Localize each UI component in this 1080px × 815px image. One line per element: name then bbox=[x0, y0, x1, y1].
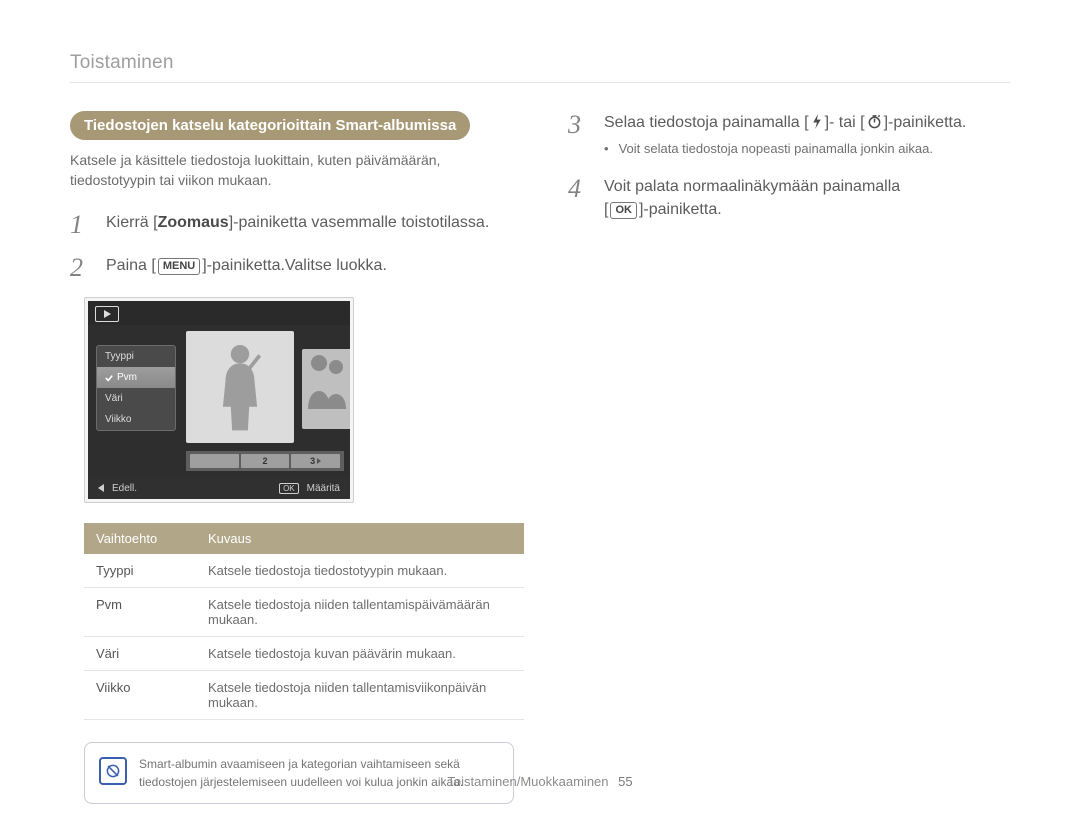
menu-item-color: Väri bbox=[97, 388, 175, 409]
step-number: 2 bbox=[70, 254, 92, 281]
person-silhouette-icon bbox=[212, 341, 268, 433]
th-description: Kuvaus bbox=[196, 523, 524, 554]
intro-text: Katsele ja käsittele tiedostoja luokitta… bbox=[70, 150, 512, 191]
film-cell bbox=[190, 454, 239, 468]
cell-option: Pvm bbox=[84, 588, 196, 637]
flash-icon bbox=[811, 113, 823, 136]
two-column-layout: Tiedostojen katselu kategorioittain Smar… bbox=[70, 111, 1010, 804]
chevron-left-icon bbox=[98, 484, 104, 492]
table-row: Pvm Katsele tiedostoja niiden tallentami… bbox=[84, 588, 524, 637]
camera-screen-preview: Tyyppi Pvm Väri Viikko bbox=[84, 297, 354, 503]
cell-desc: Katsele tiedostoja tiedostotyypin mukaan… bbox=[196, 554, 524, 588]
step-3-bullet: Voit selata tiedostoja nopeasti painamal… bbox=[604, 140, 966, 159]
thumbnail-main bbox=[186, 331, 294, 443]
cell-desc: Katsele tiedostoja kuvan päävärin mukaan… bbox=[196, 637, 524, 671]
step-text: Kierrä [Zoomaus]-painiketta vasemmalle t… bbox=[106, 211, 489, 238]
cell-option: Väri bbox=[84, 637, 196, 671]
text: Voit palata normaalinäkymään painamalla bbox=[604, 178, 900, 195]
table-row: Väri Katsele tiedostoja kuvan päävärin m… bbox=[84, 637, 524, 671]
step-text: Paina [MENU]-painiketta.Valitse luokka. bbox=[106, 254, 387, 281]
th-option: Vaihtoehto bbox=[84, 523, 196, 554]
menu-button-label: MENU bbox=[158, 258, 200, 275]
filmstrip: 2 3 bbox=[186, 451, 344, 471]
step-number: 4 bbox=[568, 175, 590, 221]
menu-item-date: Pvm bbox=[97, 367, 175, 388]
page-footer: Toistaminen/Muokkaaminen 55 bbox=[0, 774, 1080, 789]
step-3: 3 Selaa tiedostoja painamalla [ ]- tai []… bbox=[568, 111, 1010, 159]
cell-desc: Katsele tiedostoja niiden tallentamisvii… bbox=[196, 671, 524, 720]
text: ]- tai [ bbox=[825, 114, 865, 131]
lcd-inner: Tyyppi Pvm Väri Viikko bbox=[88, 301, 350, 499]
text: ]-painiketta. bbox=[639, 201, 722, 218]
step-2: 2 Paina [MENU]-painiketta.Valitse luokka… bbox=[70, 254, 512, 281]
divider bbox=[70, 82, 1010, 83]
step-4: 4 Voit palata normaalinäkymään painamall… bbox=[568, 175, 1010, 221]
film-cell: 3 bbox=[291, 454, 340, 468]
cell-option: Tyyppi bbox=[84, 554, 196, 588]
step-text: Voit palata normaalinäkymään painamalla … bbox=[604, 175, 900, 221]
table-row: Tyyppi Katsele tiedostoja tiedostotyypin… bbox=[84, 554, 524, 588]
text: Selaa tiedostoja painamalla [ bbox=[604, 114, 809, 131]
set-label: Määritä bbox=[307, 483, 340, 494]
text: 3 bbox=[310, 456, 315, 466]
options-table: Vaihtoehto Kuvaus Tyyppi Katsele tiedost… bbox=[84, 523, 524, 720]
page-section-title: Toistaminen bbox=[70, 52, 1010, 74]
cell-option: Viikko bbox=[84, 671, 196, 720]
step-1: 1 Kierrä [Zoomaus]-painiketta vasemmalle… bbox=[70, 211, 512, 238]
step-number: 1 bbox=[70, 211, 92, 238]
back-label: Edell. bbox=[112, 483, 137, 494]
text: Paina [ bbox=[106, 257, 156, 274]
table-row: Viikko Katsele tiedostoja niiden tallent… bbox=[84, 671, 524, 720]
thumbnail-side bbox=[302, 349, 350, 429]
zoom-label: Zoomaus bbox=[158, 214, 229, 231]
right-column: 3 Selaa tiedostoja painamalla [ ]- tai []… bbox=[568, 111, 1010, 804]
timer-icon bbox=[867, 113, 882, 136]
film-cell: 2 bbox=[241, 454, 290, 468]
text: ]-painiketta. bbox=[884, 114, 967, 131]
menu-item-week: Viikko bbox=[97, 409, 175, 430]
footer-path: Toistaminen/Muokkaaminen bbox=[447, 774, 608, 789]
category-menu: Tyyppi Pvm Väri Viikko bbox=[96, 345, 176, 431]
chevron-right-icon bbox=[317, 458, 321, 464]
step-text: Selaa tiedostoja painamalla [ ]- tai [ ]-p… bbox=[604, 111, 966, 159]
text: Voit selata tiedostoja nopeasti painamal… bbox=[619, 140, 933, 159]
step-number: 3 bbox=[568, 111, 590, 159]
menu-item-type: Tyyppi bbox=[97, 346, 175, 367]
text: [ bbox=[604, 201, 608, 218]
check-icon bbox=[105, 374, 113, 382]
lcd-footer: Edell. OK Määritä bbox=[88, 477, 350, 499]
text: ]-painiketta.Valitse luokka. bbox=[202, 257, 387, 274]
ok-button-label: OK bbox=[610, 202, 637, 219]
subsection-heading: Tiedostojen katselu kategorioittain Smar… bbox=[70, 111, 470, 140]
left-column: Tiedostojen katselu kategorioittain Smar… bbox=[70, 111, 512, 804]
text: Kierrä [ bbox=[106, 214, 158, 231]
people-silhouette-icon bbox=[302, 349, 350, 409]
playback-mode-icon bbox=[95, 306, 119, 322]
cell-desc: Katsele tiedostoja niiden tallentamispäi… bbox=[196, 588, 524, 637]
menu-item-label: Pvm bbox=[117, 372, 137, 383]
ok-icon: OK bbox=[279, 483, 299, 494]
lcd-topbar bbox=[88, 301, 350, 325]
text: ]-painiketta vasemmalle toistotilassa. bbox=[229, 214, 490, 231]
page-number: 55 bbox=[618, 774, 632, 789]
